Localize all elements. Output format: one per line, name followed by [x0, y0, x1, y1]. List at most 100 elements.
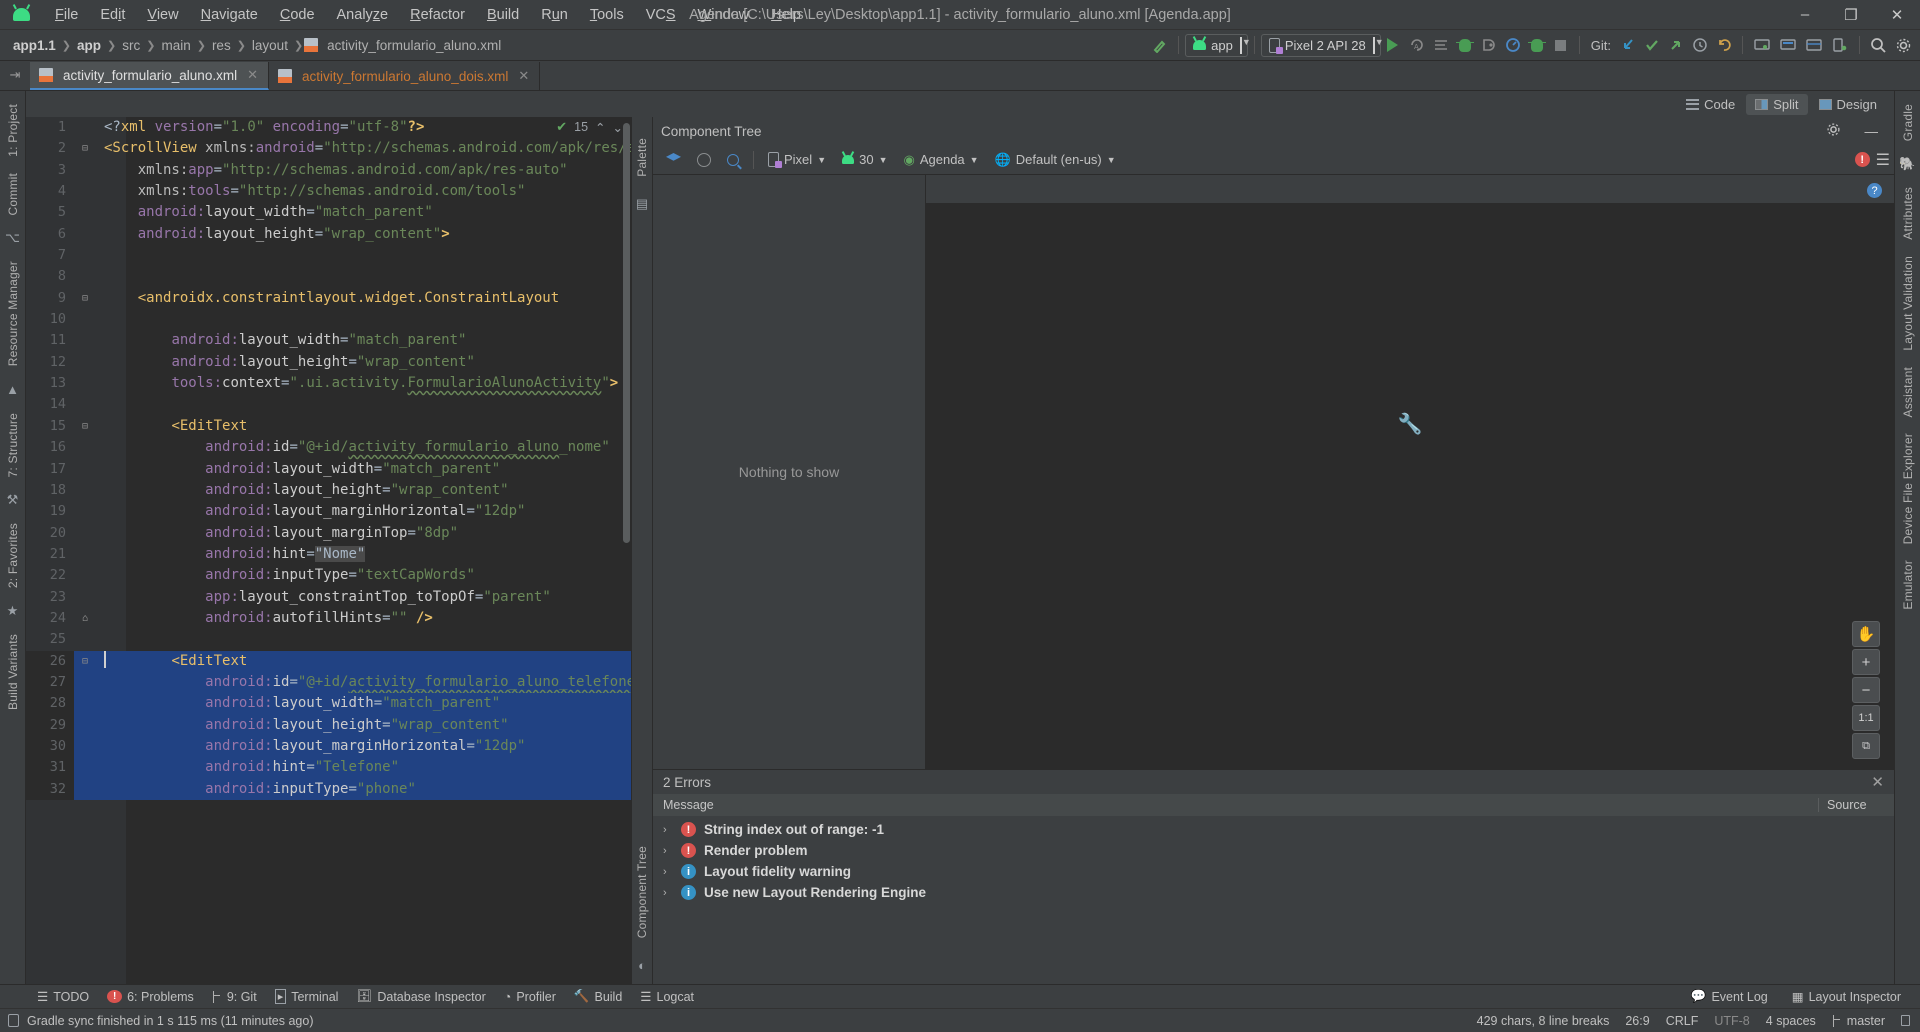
- error-row[interactable]: › i Use new Layout Rendering Engine: [653, 882, 1894, 903]
- code-fold-icon[interactable]: [74, 309, 96, 330]
- settings-gear-icon[interactable]: [1818, 122, 1849, 140]
- run-with-coverage-icon[interactable]: [1525, 33, 1549, 57]
- view-mode-code[interactable]: Code: [1677, 94, 1744, 115]
- sidebar-item-structure[interactable]: 7: Structure: [4, 406, 22, 484]
- code-line[interactable]: 21 android:hint="Nome": [26, 544, 631, 565]
- zoom-fit-screen-button[interactable]: ⧉: [1852, 733, 1880, 759]
- editor-scrollbar[interactable]: [621, 117, 631, 984]
- module-selector[interactable]: app ▼: [1185, 33, 1251, 57]
- scroll-up-icon[interactable]: ⌃: [595, 120, 605, 135]
- breadcrumb-item-res[interactable]: res: [207, 38, 236, 53]
- tool-window-problems[interactable]: ! 6: Problems: [100, 988, 201, 1006]
- sidebar-item-favorites[interactable]: 2: Favorites: [4, 516, 22, 595]
- code-fold-icon[interactable]: [74, 352, 96, 373]
- sidebar-item-resource-manager[interactable]: Resource Manager: [4, 254, 22, 373]
- device-manager-icon[interactable]: [1827, 33, 1853, 57]
- tool-window-event-log[interactable]: 💬 Event Log: [1684, 987, 1775, 1006]
- code-fold-icon[interactable]: ⌂: [74, 608, 96, 629]
- code-fold-icon[interactable]: [74, 672, 96, 693]
- code-line[interactable]: 18 android:layout_height="wrap_content": [26, 480, 631, 501]
- code-fold-icon[interactable]: [74, 202, 96, 223]
- zoom-out-button[interactable]: −: [1852, 677, 1880, 703]
- menu-window[interactable]: Window: [687, 4, 761, 26]
- menu-run[interactable]: Run: [530, 4, 579, 26]
- status-indent[interactable]: 4 spaces: [1766, 1014, 1816, 1028]
- expand-chevron-icon[interactable]: ›: [663, 866, 673, 878]
- code-line[interactable]: 19 android:layout_marginHorizontal="12dp…: [26, 501, 631, 522]
- preview-settings-icon[interactable]: ☰: [1876, 150, 1890, 170]
- menu-refactor[interactable]: Refactor: [399, 4, 476, 26]
- pull-requests-icon[interactable]: ⌥: [4, 229, 22, 247]
- tabs-pin-icon[interactable]: ⇥: [0, 60, 30, 90]
- code-line[interactable]: 28 android:layout_width="match_parent": [26, 693, 631, 715]
- git-push-icon[interactable]: [1664, 33, 1688, 57]
- preview-canvas[interactable]: ? 🔧 ✋ + − 1:1 ⧉: [926, 175, 1894, 769]
- code-line[interactable]: 1 <?xml version="1.0" encoding="utf-8"?>: [26, 117, 631, 138]
- menu-edit[interactable]: Edit: [89, 4, 136, 26]
- code-line[interactable]: 7: [26, 245, 631, 266]
- code-fold-icon[interactable]: ⊟: [74, 416, 96, 437]
- breadcrumb-item-project[interactable]: app1.1: [8, 38, 61, 53]
- code-editor-pane[interactable]: ✔ 15 ⌃ ⌄ 1 <?xml version="1.0" encoding="…: [26, 117, 631, 984]
- close-icon[interactable]: ✕: [1871, 773, 1884, 791]
- code-fold-icon[interactable]: ⊟: [74, 651, 96, 672]
- status-caret-position[interactable]: 26:9: [1625, 1014, 1649, 1028]
- git-update-icon[interactable]: [1616, 33, 1640, 57]
- layout-inspector-toolbar-icon[interactable]: [1801, 33, 1827, 57]
- history-icon[interactable]: [1688, 33, 1712, 57]
- expand-chevron-icon[interactable]: ›: [663, 845, 673, 857]
- help-icon[interactable]: ?: [1867, 183, 1882, 198]
- menu-build[interactable]: Build: [476, 4, 530, 26]
- menu-vcs[interactable]: VCS: [635, 4, 687, 26]
- code-fold-icon[interactable]: [74, 437, 96, 458]
- code-line[interactable]: 5 android:layout_width="match_parent": [26, 202, 631, 223]
- code-fold-icon[interactable]: [74, 715, 96, 736]
- code-fold-icon[interactable]: [74, 330, 96, 351]
- render-error-badge[interactable]: !: [1854, 152, 1870, 167]
- close-icon[interactable]: ✕: [247, 67, 258, 83]
- apply-code-changes-icon[interactable]: [1429, 33, 1453, 57]
- code-fold-icon[interactable]: [74, 693, 96, 714]
- device-selector[interactable]: Pixel 2 API 28 ▼: [1260, 33, 1384, 57]
- zoom-actual-size-button[interactable]: 1:1: [1852, 705, 1880, 731]
- editor-tab-activity-formulario-aluno-dois[interactable]: activity_formulario_aluno_dois.xml ✕: [269, 62, 541, 90]
- status-encoding[interactable]: UTF-8: [1714, 1014, 1749, 1028]
- code-lines[interactable]: 1 <?xml version="1.0" encoding="utf-8"?> 2…: [26, 117, 631, 800]
- code-line[interactable]: 2 ⊟ <ScrollView xmlns:android="http://sche…: [26, 138, 631, 159]
- undo-icon[interactable]: [1712, 33, 1736, 57]
- sidebar-item-device-file-explorer[interactable]: Device File Explorer: [1899, 426, 1917, 551]
- tool-window-database-inspector[interactable]: 🗄 Database Inspector: [349, 987, 492, 1006]
- code-fold-icon[interactable]: [74, 266, 96, 287]
- view-mode-split[interactable]: Split: [1746, 93, 1808, 115]
- sidebar-item-attributes[interactable]: Attributes: [1899, 180, 1917, 247]
- sidebar-item-commit[interactable]: Commit: [4, 166, 22, 223]
- code-line[interactable]: 13 tools:context=".ui.activity.Formulari…: [26, 373, 631, 394]
- expand-chevron-icon[interactable]: ›: [663, 887, 673, 899]
- editor-tab-activity-formulario-aluno[interactable]: activity_formulario_aluno.xml ✕: [30, 62, 269, 90]
- code-line[interactable]: 6 android:layout_height="wrap_content">: [26, 224, 631, 245]
- tool-window-logcat[interactable]: ☰ Logcat: [633, 987, 701, 1006]
- settings-gear-icon[interactable]: [1891, 33, 1916, 57]
- apply-changes-icon[interactable]: A: [1405, 33, 1429, 57]
- code-fold-icon[interactable]: ⊟: [74, 138, 96, 159]
- minimize-panel-icon[interactable]: —: [1857, 124, 1887, 139]
- lock-icon[interactable]: [1901, 1015, 1910, 1026]
- code-fold-icon[interactable]: [74, 160, 96, 181]
- code-line[interactable]: 22 android:inputType="textCapWords": [26, 565, 631, 586]
- tool-window-build[interactable]: 🔨 Build: [567, 987, 629, 1006]
- error-row[interactable]: ›! String index out of range: -1: [653, 819, 1894, 840]
- code-fold-icon[interactable]: [74, 459, 96, 480]
- avd-manager-icon[interactable]: [1749, 33, 1775, 57]
- code-fold-icon[interactable]: [74, 757, 96, 778]
- zoom-in-button[interactable]: +: [1852, 649, 1880, 675]
- code-line[interactable]: 32 android:inputType="phone": [26, 778, 631, 800]
- code-line[interactable]: 15 ⊟ <EditText: [26, 416, 631, 437]
- code-fold-icon[interactable]: [74, 629, 96, 650]
- tool-window-terminal[interactable]: ▸ Terminal: [268, 987, 346, 1006]
- code-line[interactable]: 10: [26, 309, 631, 330]
- code-fold-icon[interactable]: [74, 181, 96, 202]
- menu-analyze[interactable]: Analyze: [326, 4, 400, 26]
- view-mode-design[interactable]: Design: [1810, 94, 1886, 115]
- design-surface-mode-icon[interactable]: [659, 150, 688, 169]
- code-line[interactable]: 16 android:id="@+id/activity_formulario_…: [26, 437, 631, 458]
